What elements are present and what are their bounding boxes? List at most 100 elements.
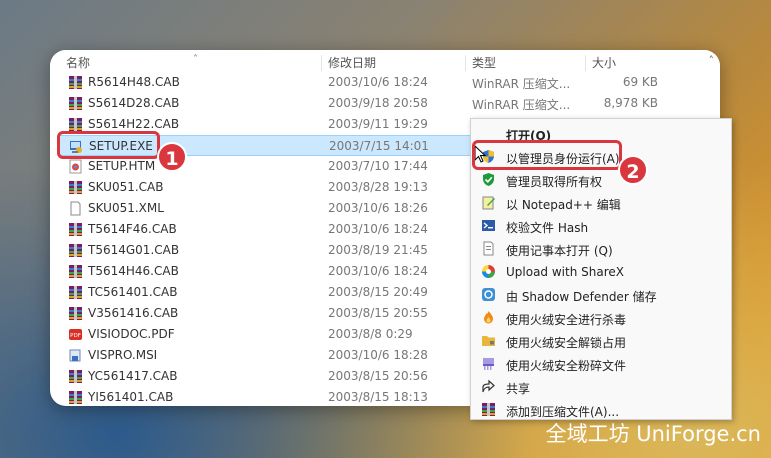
menu-item-label: 由 Shadow Defender 储存	[506, 290, 657, 304]
winrar-icon	[68, 180, 83, 195]
file-size: 69 KB	[622, 75, 658, 89]
file-type: WinRAR 压缩文...	[472, 77, 571, 91]
menu-item-label: 共享	[506, 382, 531, 396]
file-date: 2003/10/6 18:24	[328, 264, 428, 278]
menu-item-label: 使用火绒安全解锁占用	[506, 336, 627, 350]
winrar-icon	[68, 390, 83, 405]
menu-item-label: 使用记事本打开 (Q)	[506, 244, 613, 258]
file-date: 2003/8/15 20:56	[328, 369, 428, 383]
menu-item[interactable]: 使用火绒安全解锁占用	[471, 329, 719, 352]
file-name: T5614F46.CAB	[88, 222, 177, 236]
menu-item-label: 校验文件 Hash	[506, 221, 589, 235]
file-name: T5614G01.CAB	[88, 243, 180, 257]
menu-item[interactable]: 使用火绒安全进行杀毒	[471, 306, 719, 329]
html-icon	[68, 159, 83, 174]
file-row[interactable]: S5614D28.CAB 2003/9/18 20:58 WinRAR 压缩文...…	[58, 93, 708, 114]
menu-item-label: 以 Notepad++ 编辑	[506, 198, 621, 212]
notepadpp-icon	[481, 195, 496, 210]
winrar-icon	[68, 222, 83, 237]
setup-exe-highlight	[57, 131, 160, 159]
file-name: VISIODOC.PDF	[88, 327, 175, 341]
menu-item-label: Upload with ShareX	[506, 265, 624, 279]
hash-icon	[481, 218, 496, 233]
file-size: 8,978 KB	[603, 96, 658, 110]
winrar-icon	[68, 285, 83, 300]
file-date: 2003/8/15 20:49	[328, 285, 428, 299]
sort-up-icon: ˄	[193, 54, 198, 65]
green-shield-icon	[481, 172, 496, 187]
menu-item[interactable]: 以 Notepad++ 编辑	[471, 191, 719, 214]
column-date-header[interactable]: 修改日期	[322, 55, 466, 71]
file-date: 2003/10/6 18:24	[328, 75, 428, 89]
huorong-icon	[481, 310, 496, 325]
document-icon	[68, 201, 83, 216]
svg-text:PDF: PDF	[70, 333, 81, 339]
step-badge-1: 1	[157, 142, 187, 172]
file-date: 2003/10/6 18:24	[328, 222, 428, 236]
column-size-header[interactable]: 大小	[586, 55, 706, 71]
file-type: WinRAR 压缩文...	[472, 98, 571, 112]
file-name: S5614D28.CAB	[88, 96, 180, 110]
menu-item[interactable]: 校验文件 Hash	[471, 214, 719, 237]
file-name: VISPRO.MSI	[88, 348, 158, 362]
file-name: TC561401.CAB	[88, 285, 178, 299]
menu-item-label: 使用火绒安全进行杀毒	[506, 313, 627, 327]
menu-item-label: 管理员取得所有权	[506, 175, 603, 189]
shredder-icon	[481, 356, 496, 371]
file-date: 2003/8/15 20:55	[328, 306, 428, 320]
menu-item[interactable]: 管理员取得所有权	[471, 168, 719, 191]
winrar-icon	[68, 369, 83, 384]
file-name: S5614H22.CAB	[88, 117, 180, 131]
column-header: 名称 ˄ 修改日期 类型 大小 ˄	[50, 50, 720, 72]
menu-item-label: 使用火绒安全粉碎文件	[506, 359, 627, 373]
file-name: R5614H48.CAB	[88, 75, 180, 89]
file-date: 2003/8/8 0:29	[328, 327, 413, 341]
file-name: T5614H46.CAB	[88, 264, 179, 278]
winrar-icon	[68, 117, 83, 132]
winrar-icon	[68, 306, 83, 321]
folder-unlock-icon	[481, 333, 496, 348]
menu-item[interactable]: 共享	[471, 375, 719, 398]
file-name: SKU051.CAB	[88, 180, 164, 194]
file-name: YC561417.CAB	[88, 369, 178, 383]
sharex-icon	[481, 264, 496, 279]
file-date: 2003/8/19 21:45	[328, 243, 428, 257]
shadow-defender-icon	[481, 287, 496, 302]
share-icon	[481, 379, 496, 394]
column-name-label: 名称	[66, 56, 91, 70]
menu-item[interactable]: Upload with ShareX	[471, 260, 719, 283]
file-date: 2003/10/6 18:28	[328, 348, 428, 362]
file-name: SETUP.HTM	[88, 159, 156, 173]
file-name: SKU051.XML	[88, 201, 164, 215]
column-size-label: 大小	[592, 56, 617, 70]
column-type-header[interactable]: 类型	[466, 55, 586, 71]
winrar-icon	[481, 402, 496, 417]
file-row[interactable]: R5614H48.CAB 2003/10/6 18:24 WinRAR 压缩文...…	[58, 72, 708, 93]
notepad-icon	[481, 241, 496, 256]
file-date: 2003/8/28 19:13	[328, 180, 428, 194]
file-date: 2003/10/6 18:26	[328, 201, 428, 215]
column-type-label: 类型	[472, 56, 497, 70]
file-date: 2003/7/10 17:44	[328, 159, 428, 173]
winrar-icon	[68, 75, 83, 90]
pdf-icon: PDF	[68, 327, 83, 342]
step-badge-2: 2	[618, 155, 648, 185]
winrar-icon	[68, 264, 83, 279]
menu-item[interactable]: 使用火绒安全粉碎文件	[471, 352, 719, 375]
msi-icon	[68, 348, 83, 363]
file-date: 2003/9/11 19:29	[328, 117, 428, 131]
column-name-header[interactable]: 名称 ˄	[60, 54, 322, 71]
winrar-icon	[68, 243, 83, 258]
file-date: 2003/8/15 18:13	[328, 390, 428, 404]
file-name: V3561416.CAB	[88, 306, 179, 320]
column-date-label: 修改日期	[328, 56, 377, 70]
file-name: YI561401.CAB	[88, 390, 174, 404]
menu-item[interactable]: 使用记事本打开 (Q)	[471, 237, 719, 260]
file-date: 2003/7/15 14:01	[329, 139, 429, 153]
menu-item[interactable]: 由 Shadow Defender 储存	[471, 283, 719, 306]
winrar-icon	[68, 96, 83, 111]
watermark: 全域工坊 UniForge.cn	[545, 422, 761, 446]
run-as-admin-highlight	[472, 140, 622, 170]
file-date: 2003/9/18 20:58	[328, 96, 428, 110]
scroll-up-icon[interactable]: ˄	[709, 54, 715, 67]
